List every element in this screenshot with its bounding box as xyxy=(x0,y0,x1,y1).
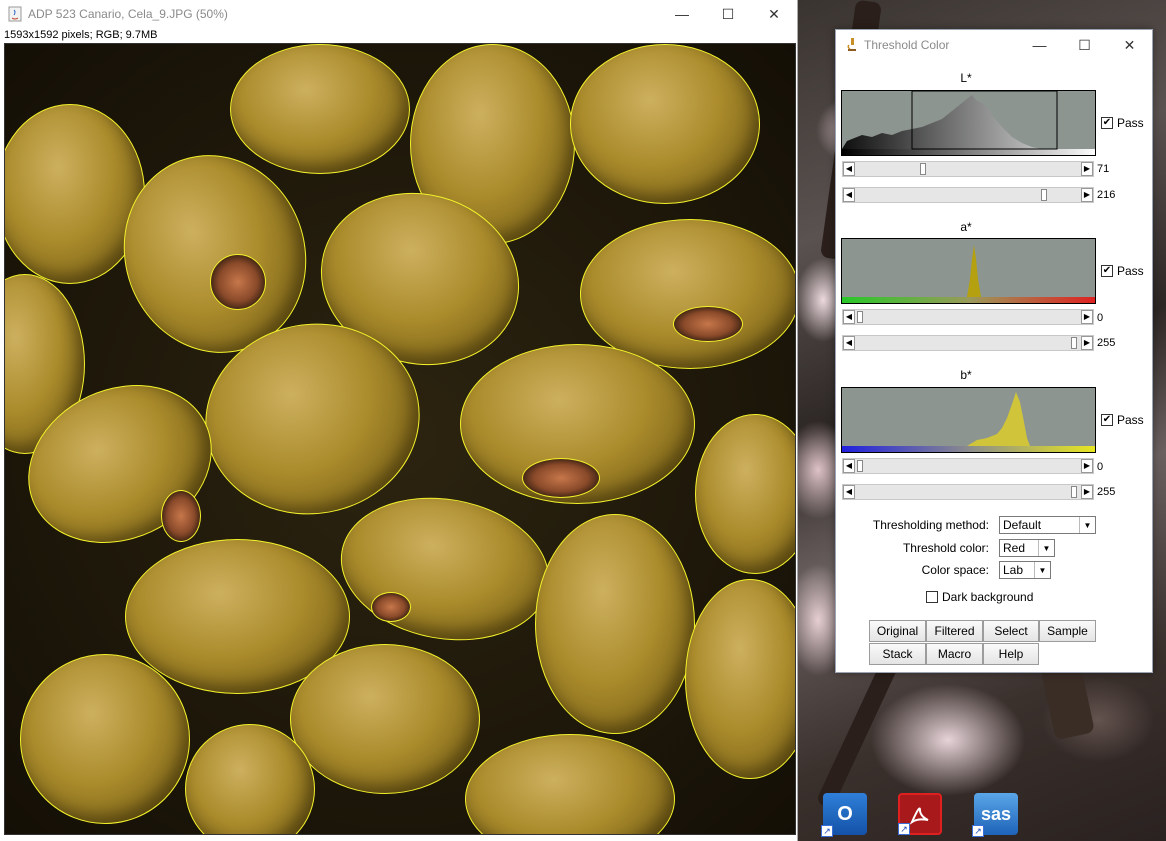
a-histogram xyxy=(841,238,1096,304)
b-max-slider[interactable]: ◀ ▶ xyxy=(842,484,1094,500)
minimize-button[interactable]: — xyxy=(659,0,705,28)
close-button[interactable]: ✕ xyxy=(751,0,797,28)
b-pass-label: Pass xyxy=(1117,413,1144,427)
chevron-down-icon: ▼ xyxy=(1038,540,1054,556)
image-window-title: ADP 523 Canario, Cela_9.JPG (50%) xyxy=(28,7,228,21)
thresholding-method-label: Thresholding method: xyxy=(872,518,989,532)
b-max-value: 255 xyxy=(1097,486,1116,498)
a-min-slider[interactable]: ◀ ▶ xyxy=(842,309,1094,325)
threshold-color-value: Red xyxy=(1003,541,1026,555)
acrobat-shortcut[interactable]: ↗ xyxy=(898,793,942,835)
java-icon xyxy=(8,6,22,22)
filtered-button[interactable]: Filtered xyxy=(926,620,983,642)
a-channel-label: a* xyxy=(960,220,972,234)
bean xyxy=(535,514,695,734)
threshold-color-label: Threshold color: xyxy=(902,541,989,555)
threshold-color-select[interactable]: Red ▼ xyxy=(999,539,1055,557)
l-channel-label: L* xyxy=(960,71,972,85)
l-min-slider[interactable]: ◀ ▶ xyxy=(842,161,1094,177)
image-info: 1593x1592 pixels; RGB; 9.7MB xyxy=(4,29,158,41)
sample-button[interactable]: Sample xyxy=(1039,620,1096,642)
image-window-titlebar[interactable]: ADP 523 Canario, Cela_9.JPG (50%) — ☐ ✕ xyxy=(0,0,797,28)
a-pass-checkbox[interactable]: ✔ xyxy=(1101,265,1113,277)
shortcut-arrow-icon: ↗ xyxy=(821,825,833,837)
bean xyxy=(570,44,760,204)
shortcut-arrow-icon: ↗ xyxy=(972,825,984,837)
bean xyxy=(329,481,561,657)
bean xyxy=(695,414,795,574)
l-histogram xyxy=(841,90,1096,156)
minimize-button[interactable]: — xyxy=(1017,30,1062,60)
thresholding-method-select[interactable]: Default ▼ xyxy=(999,516,1096,534)
chevron-down-icon: ▼ xyxy=(1034,562,1050,578)
l-pass-checkbox[interactable]: ✔ xyxy=(1101,117,1113,129)
stack-button[interactable]: Stack xyxy=(869,643,926,665)
b-pass-checkbox[interactable]: ✔ xyxy=(1101,414,1113,426)
bean xyxy=(230,44,410,174)
color-space-select[interactable]: Lab ▼ xyxy=(999,561,1051,579)
bean xyxy=(20,654,190,824)
original-button[interactable]: Original xyxy=(869,620,926,642)
a-max-value: 255 xyxy=(1097,337,1116,349)
b-pass-toggle[interactable]: ✔ Pass xyxy=(1101,413,1144,427)
a-min-value: 0 xyxy=(1097,312,1104,324)
acrobat-icon xyxy=(909,807,929,825)
macro-button[interactable]: Macro xyxy=(926,643,983,665)
image-canvas[interactable] xyxy=(4,43,796,835)
color-space-label: Color space: xyxy=(921,563,989,577)
bean xyxy=(685,579,795,779)
b-histogram xyxy=(841,387,1096,453)
imagej-microscope-icon xyxy=(847,38,856,51)
a-pass-toggle[interactable]: ✔ Pass xyxy=(1101,264,1144,278)
bean-hilum xyxy=(522,458,600,498)
select-button[interactable]: Select xyxy=(983,620,1039,642)
a-pass-label: Pass xyxy=(1117,264,1144,278)
l-pass-toggle[interactable]: ✔ Pass xyxy=(1101,116,1144,130)
thresholding-method-value: Default xyxy=(1003,518,1042,532)
l-max-value: 216 xyxy=(1097,189,1116,201)
maximize-button[interactable]: ☐ xyxy=(705,0,751,28)
threshold-window-title: Threshold Color xyxy=(864,38,950,52)
maximize-button[interactable]: ☐ xyxy=(1062,30,1107,60)
bean-hilum xyxy=(210,254,266,310)
bean-hilum xyxy=(371,592,411,622)
image-window: ADP 523 Canario, Cela_9.JPG (50%) — ☐ ✕ … xyxy=(0,0,798,841)
help-button[interactable]: Help xyxy=(983,643,1039,665)
threshold-color-window: Threshold Color — ☐ ✕ L* ✔ Pass ◀ ▶ 71 ◀ ▶… xyxy=(835,29,1153,673)
sas-shortcut[interactable]: sas ↗ xyxy=(972,793,1018,837)
bean xyxy=(465,734,675,834)
dark-background-checkbox[interactable] xyxy=(926,591,938,603)
bean-hilum xyxy=(673,306,743,342)
a-max-slider[interactable]: ◀ ▶ xyxy=(842,335,1094,351)
l-min-value: 71 xyxy=(1097,163,1110,175)
color-space-value: Lab xyxy=(1003,563,1024,577)
bean-hilum xyxy=(161,490,201,542)
outlook-shortcut[interactable]: O ↗ xyxy=(821,793,867,837)
shortcut-arrow-icon: ↗ xyxy=(898,823,910,835)
dark-background-toggle[interactable]: Dark background xyxy=(926,590,1033,604)
l-max-slider[interactable]: ◀ ▶ xyxy=(842,187,1094,203)
bean xyxy=(580,219,795,369)
sas-icon: sas xyxy=(980,803,1012,824)
b-min-value: 0 xyxy=(1097,461,1104,473)
l-pass-label: Pass xyxy=(1117,116,1144,130)
b-channel-label: b* xyxy=(960,368,972,382)
bean xyxy=(290,644,480,794)
threshold-titlebar[interactable]: Threshold Color — ☐ ✕ xyxy=(836,30,1152,60)
chevron-down-icon: ▼ xyxy=(1079,517,1095,533)
dark-background-label: Dark background xyxy=(942,590,1034,604)
b-min-slider[interactable]: ◀ ▶ xyxy=(842,458,1094,474)
close-button[interactable]: ✕ xyxy=(1107,30,1152,60)
outlook-icon: O xyxy=(837,802,853,825)
